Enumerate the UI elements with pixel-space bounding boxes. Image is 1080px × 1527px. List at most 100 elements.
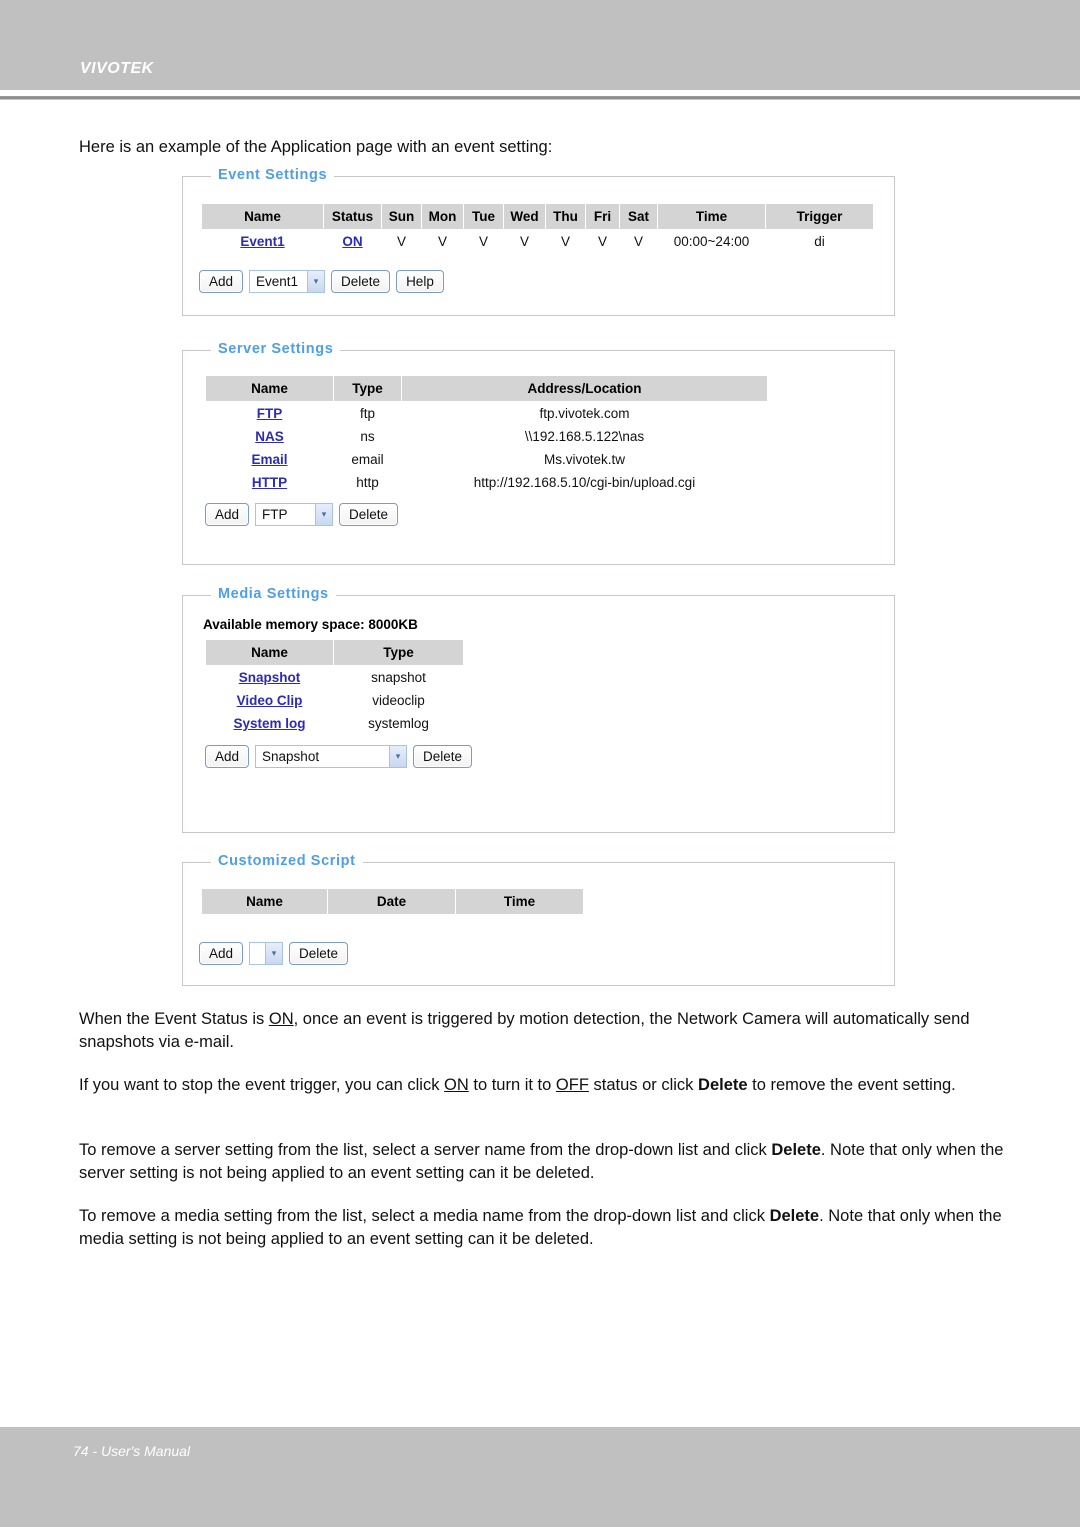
server-delete-button[interactable]: Delete bbox=[339, 503, 399, 526]
cell-sat: V bbox=[633, 234, 643, 249]
server-name-link-email[interactable]: Email bbox=[251, 452, 287, 467]
table-row: HTTP http http://192.168.5.10/cgi-bin/up… bbox=[206, 471, 768, 494]
chevron-down-icon: ▾ bbox=[307, 271, 325, 292]
cell-server-type: ns bbox=[360, 429, 375, 444]
cell-event-status: ON bbox=[324, 230, 382, 254]
event-add-button[interactable]: Add bbox=[199, 270, 244, 293]
p1-on-link[interactable]: ON bbox=[269, 1010, 294, 1028]
chevron-down-icon: ▾ bbox=[389, 746, 407, 767]
col-header-fri: Fri bbox=[585, 203, 620, 230]
p2-part-a: If you want to stop the event trigger, y… bbox=[79, 1076, 445, 1094]
server-name-link-http[interactable]: HTTP bbox=[252, 475, 287, 490]
table-row: Snapshot snapshot bbox=[206, 666, 464, 690]
paragraph-remove-server: To remove a server setting from the list… bbox=[79, 1139, 1009, 1185]
col-header-time: Time bbox=[657, 203, 766, 230]
table-row: Event1 ON V V V V V V V 00:00~24:00 di bbox=[202, 230, 874, 254]
script-delete-button[interactable]: Delete bbox=[289, 942, 349, 965]
cell-server-address: ftp.vivotek.com bbox=[539, 406, 630, 421]
p4-delete-emphasis: Delete bbox=[769, 1207, 820, 1225]
p2-part-c: status or click bbox=[588, 1076, 699, 1094]
p2-off-link[interactable]: OFF bbox=[556, 1076, 589, 1094]
server-name-link-ftp[interactable]: FTP bbox=[257, 406, 283, 421]
col-header-name: Name bbox=[205, 375, 334, 402]
paragraph-remove-media: To remove a media setting from the list,… bbox=[79, 1205, 1009, 1251]
cell-mon: V bbox=[437, 234, 447, 249]
server-select[interactable]: FTP ▾ bbox=[255, 503, 334, 526]
event-help-button[interactable]: Help bbox=[396, 270, 444, 293]
col-header-status: Status bbox=[323, 203, 382, 230]
media-settings-panel: Media Settings Available memory space: 8… bbox=[182, 586, 895, 833]
col-header-name: Name bbox=[205, 639, 334, 666]
p2-on-link[interactable]: ON bbox=[444, 1076, 469, 1094]
event-settings-legend: Event Settings bbox=[211, 167, 335, 183]
paragraph-stop-trigger: If you want to stop the event trigger, y… bbox=[79, 1074, 1009, 1097]
customized-script-table: Name Date Time bbox=[201, 888, 584, 915]
server-add-button[interactable]: Add bbox=[205, 503, 250, 526]
col-header-thu: Thu bbox=[545, 203, 586, 230]
event-settings-table: Name Status Sun Mon Tue Wed Thu Fri Sat … bbox=[201, 203, 874, 253]
cell-media-name: Snapshot bbox=[206, 666, 334, 690]
server-select-value: FTP bbox=[262, 507, 288, 522]
table-header-row: Name Date Time bbox=[201, 888, 584, 915]
event-delete-button[interactable]: Delete bbox=[331, 270, 391, 293]
table-row: FTP ftp ftp.vivotek.com bbox=[206, 402, 768, 426]
cell-media-name: System log bbox=[206, 712, 334, 735]
customized-script-legend: Customized Script bbox=[211, 853, 363, 869]
cell-sun: V bbox=[396, 234, 406, 249]
media-settings-controls: Add Snapshot ▾ Delete bbox=[205, 745, 473, 768]
cell-wed: V bbox=[519, 234, 529, 249]
cell-time: 00:00~24:00 bbox=[673, 234, 750, 249]
script-add-button[interactable]: Add bbox=[199, 942, 244, 965]
server-settings-panel: Server Settings Name Type Address/Locati… bbox=[182, 341, 895, 565]
media-name-link-snapshot[interactable]: Snapshot bbox=[239, 670, 301, 685]
p3-delete-emphasis: Delete bbox=[771, 1141, 821, 1159]
media-name-link-system-log[interactable]: System log bbox=[233, 716, 305, 731]
chevron-down-icon: ▾ bbox=[265, 943, 283, 964]
page-header-bar bbox=[0, 0, 1080, 90]
table-header-row: Name Type Address/Location bbox=[205, 375, 768, 402]
media-add-button[interactable]: Add bbox=[205, 745, 250, 768]
server-name-link-nas[interactable]: NAS bbox=[255, 429, 284, 444]
p1-part-a: When the Event Status is bbox=[79, 1010, 269, 1028]
event-settings-controls: Add Event1 ▾ Delete Help bbox=[199, 270, 444, 293]
page-footer-bar bbox=[0, 1427, 1080, 1527]
col-header-name: Name bbox=[201, 203, 324, 230]
customized-script-controls: Add ▾ Delete bbox=[199, 942, 349, 965]
p3-part-a: To remove a server setting from the list… bbox=[79, 1141, 772, 1159]
script-select[interactable]: ▾ bbox=[249, 942, 284, 965]
vivotek-logo: VIVOTEK bbox=[80, 60, 154, 77]
col-header-sat: Sat bbox=[619, 203, 658, 230]
cell-event-name: Event1 bbox=[202, 230, 324, 254]
col-header-date: Date bbox=[327, 888, 456, 915]
intro-text: Here is an example of the Application pa… bbox=[79, 138, 553, 156]
media-name-link-video-clip[interactable]: Video Clip bbox=[237, 693, 303, 708]
media-delete-button[interactable]: Delete bbox=[413, 745, 473, 768]
cell-server-address: Ms.vivotek.tw bbox=[543, 452, 625, 467]
cell-tue: V bbox=[478, 234, 488, 249]
col-header-wed: Wed bbox=[503, 203, 546, 230]
col-header-type: Type bbox=[333, 639, 464, 666]
table-row: Video Clip videoclip bbox=[206, 689, 464, 712]
media-settings-legend: Media Settings bbox=[211, 586, 336, 602]
customized-script-panel: Customized Script Name Date Time Add ▾ D… bbox=[182, 853, 895, 986]
media-settings-table: Name Type Snapshot snapshot Video Clip v… bbox=[205, 639, 464, 735]
col-header-name: Name bbox=[201, 888, 328, 915]
event-name-link[interactable]: Event1 bbox=[240, 234, 284, 249]
p4-part-a: To remove a media setting from the list,… bbox=[79, 1207, 770, 1225]
available-memory-label: Available memory space: 8000KB bbox=[203, 617, 418, 632]
p2-delete-emphasis: Delete bbox=[698, 1076, 748, 1094]
event-select[interactable]: Event1 ▾ bbox=[249, 270, 326, 293]
media-select[interactable]: Snapshot ▾ bbox=[255, 745, 408, 768]
p2-part-b: to turn it to bbox=[468, 1076, 556, 1094]
p2-part-d: to remove the event setting. bbox=[747, 1076, 956, 1094]
col-header-tue: Tue bbox=[463, 203, 504, 230]
table-header-row: Name Type bbox=[205, 639, 464, 666]
cell-server-type: email bbox=[351, 452, 384, 467]
col-header-sun: Sun bbox=[381, 203, 422, 230]
media-select-value: Snapshot bbox=[262, 749, 320, 764]
table-row: Email email Ms.vivotek.tw bbox=[206, 448, 768, 471]
event-status-link[interactable]: ON bbox=[342, 234, 362, 249]
server-settings-legend: Server Settings bbox=[211, 341, 341, 357]
cell-server-name: Email bbox=[206, 448, 334, 471]
paragraph-event-status: When the Event Status is ON, once an eve… bbox=[79, 1008, 1009, 1054]
